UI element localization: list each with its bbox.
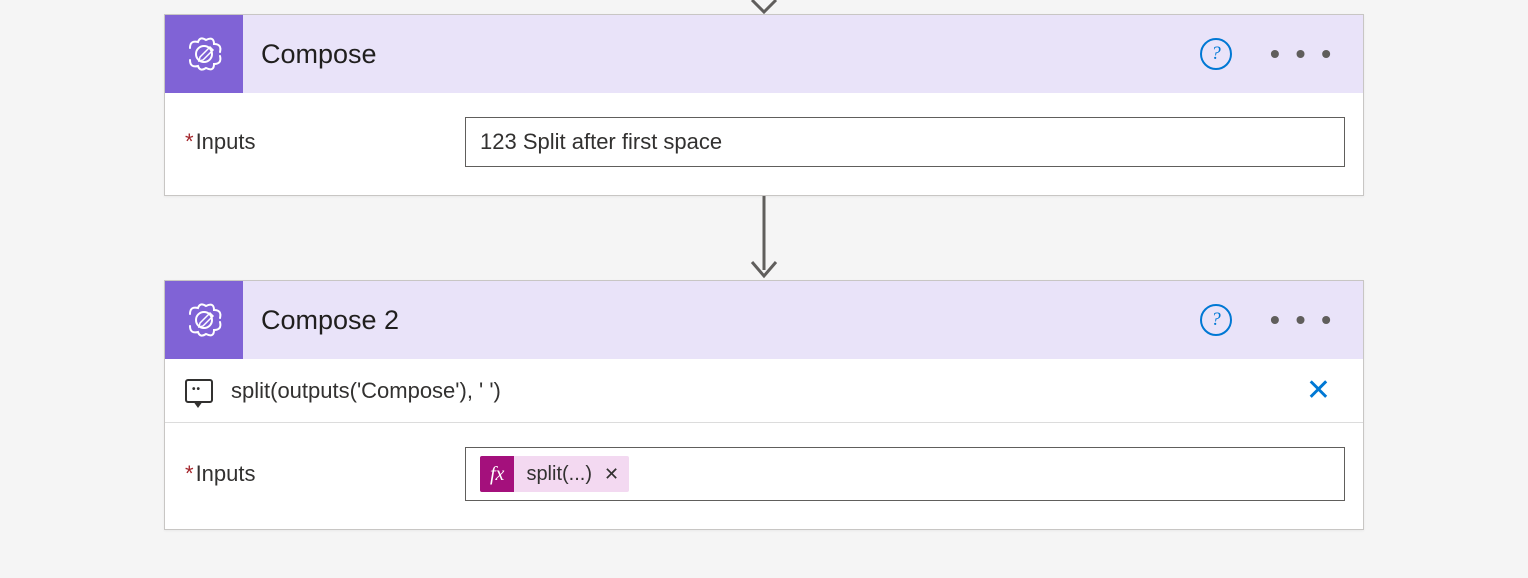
param-row-inputs: *Inputs 123 Split after first space	[165, 93, 1363, 195]
inputs-value: 123 Split after first space	[480, 129, 722, 155]
more-icon[interactable]: • • •	[1260, 38, 1345, 70]
connector-arrow-top	[744, 0, 784, 14]
card-title: Compose	[243, 39, 1200, 70]
inputs-field[interactable]: 123 Split after first space	[465, 117, 1345, 167]
fx-icon: fx	[480, 456, 514, 492]
token-label: split(...)	[514, 463, 602, 486]
card-header[interactable]: Compose ? • • •	[165, 15, 1363, 93]
compose-icon	[165, 281, 243, 359]
more-icon[interactable]: • • •	[1260, 304, 1345, 336]
card-title: Compose 2	[243, 305, 1200, 336]
expression-peek-row: •• split(outputs('Compose'), ' ') ✕	[165, 359, 1363, 423]
inputs-label-text: Inputs	[196, 461, 256, 486]
card-header[interactable]: Compose 2 ? • • •	[165, 281, 1363, 359]
inputs-field[interactable]: fx split(...) ✕	[465, 447, 1345, 501]
required-asterisk: *	[185, 461, 194, 486]
param-row-inputs: *Inputs fx split(...) ✕	[165, 423, 1363, 529]
connector-arrow	[744, 196, 784, 280]
close-icon[interactable]: ✕	[1292, 373, 1345, 408]
token-remove-icon[interactable]: ✕	[602, 464, 629, 485]
help-icon[interactable]: ?	[1200, 38, 1232, 70]
peek-bubble-icon: ••	[185, 379, 213, 403]
expression-text: split(outputs('Compose'), ' ')	[231, 378, 1292, 404]
expression-token[interactable]: fx split(...) ✕	[480, 456, 629, 492]
inputs-label-text: Inputs	[196, 129, 256, 154]
action-card-compose-2: Compose 2 ? • • • •• split(outputs('Comp…	[164, 280, 1364, 530]
compose-icon	[165, 15, 243, 93]
required-asterisk: *	[185, 129, 194, 154]
action-card-compose: Compose ? • • • *Inputs 123 Split after …	[164, 14, 1364, 196]
param-label-inputs: *Inputs	[183, 461, 465, 487]
help-icon[interactable]: ?	[1200, 304, 1232, 336]
param-label-inputs: *Inputs	[183, 129, 465, 155]
